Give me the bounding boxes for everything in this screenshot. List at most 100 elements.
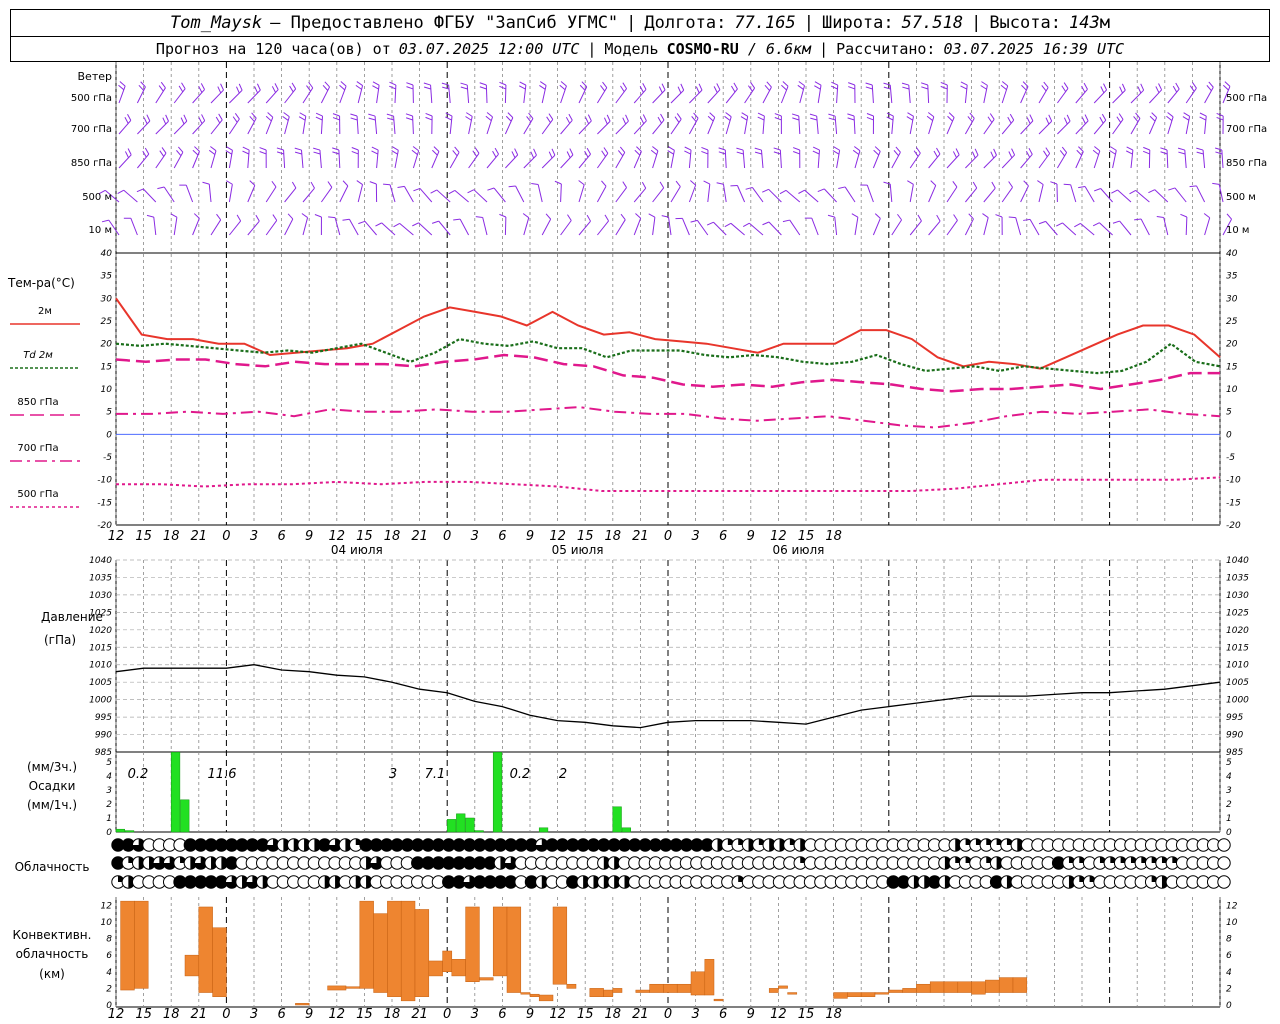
wind-barb-feather: [980, 85, 987, 90]
wind-barb-shaft: [597, 120, 611, 135]
wind-barb: [980, 81, 988, 104]
wind-barb-feather: [798, 189, 805, 194]
wind-barb-feather: [936, 214, 941, 222]
wind-barb: [707, 83, 721, 104]
conv-cloud-bar: [649, 983, 664, 993]
wind-barb-shaft: [389, 184, 396, 203]
wind-barb-shaft: [633, 187, 647, 203]
wind-barb-feather: [902, 86, 910, 90]
wind-barb-shaft: [596, 153, 609, 169]
wind-barb-feather: [460, 82, 468, 86]
wind-barb-feather: [531, 182, 539, 185]
wind-barb: [744, 82, 756, 104]
pressure-tick-right: 995: [1226, 713, 1243, 723]
temp-legend-label: 500 гПа: [17, 489, 58, 500]
wind-barb: [1038, 147, 1051, 169]
wind-barb-shaft: [247, 117, 257, 135]
wind-barb-feather: [779, 189, 787, 195]
wind-barb-feather: [754, 147, 762, 151]
wind-barb-shaft: [210, 219, 222, 236]
wind-barb-feather: [425, 116, 433, 121]
wind-barb: [633, 213, 642, 236]
hour-tick-label: 0: [443, 529, 451, 544]
wind-barb-shaft: [265, 186, 277, 203]
wind-barb-feather: [218, 113, 223, 121]
date-label: 04 июля: [331, 543, 383, 557]
wind-barb-shaft: [504, 117, 514, 135]
wind-barb-feather: [546, 116, 551, 123]
wind-barb-feather: [232, 116, 238, 123]
wind-barb-shaft: [192, 218, 200, 236]
wind-barb: [1078, 185, 1095, 203]
wind-barb-feather: [551, 148, 556, 156]
wind-barb-feather: [982, 213, 989, 218]
wind-barb: [173, 82, 186, 104]
wind-barb-shaft: [431, 151, 440, 169]
wind-barb-feather: [146, 114, 151, 122]
wind-barb-shaft: [449, 152, 460, 169]
wind-barb-feather: [389, 81, 397, 86]
wind-barbs: [98, 81, 1233, 236]
wind-barb-shaft: [834, 116, 838, 135]
wind-barb-feather: [460, 86, 468, 90]
wind-barb-feather: [518, 85, 526, 90]
wind-barb-feather: [226, 180, 233, 185]
wind-barb: [1126, 146, 1134, 169]
wind-barb: [1149, 83, 1163, 104]
wind-barb-shaft: [302, 87, 314, 104]
wind-barb-feather: [358, 220, 366, 225]
wind-barb-feather: [587, 114, 592, 122]
wind-barb: [460, 82, 470, 104]
wind-barb-feather: [1118, 113, 1124, 120]
wind-barb: [928, 180, 937, 203]
wind-barb-shaft: [454, 190, 469, 203]
conv-cloud-bar: [212, 927, 227, 997]
wind-barb: [284, 213, 294, 236]
wind-barb-feather: [324, 81, 330, 88]
wind-barb: [909, 214, 922, 236]
wind-barb-feather: [1137, 86, 1142, 94]
wind-barb: [123, 217, 138, 236]
precip-tick-right: 4: [1226, 772, 1232, 782]
wind-barb-shaft: [1045, 221, 1058, 236]
wind-barb-shaft: [339, 185, 349, 203]
wind-barb-feather: [405, 113, 413, 117]
conv-tick-right: 12: [1226, 901, 1238, 911]
precip-bar: [492, 751, 503, 833]
wind-barb-shaft: [486, 153, 499, 169]
wind-barb-feather: [291, 181, 297, 189]
wind-barb-shaft: [946, 220, 958, 236]
wind-barb: [541, 148, 556, 169]
wind-barb-feather: [620, 85, 625, 93]
hour-tick-label-bottom: 18: [605, 1007, 622, 1022]
wind-barb-feather: [1160, 147, 1168, 151]
temp-title: Тем-ра(°C): [7, 276, 75, 290]
temp-tick-right: 25: [1226, 317, 1238, 327]
wind-barb-feather: [1063, 82, 1069, 89]
hour-tick-label-bottom: 18: [163, 1007, 180, 1022]
wind-barb-feather: [641, 181, 647, 189]
wind-barb-feather: [865, 82, 873, 86]
wind-barb: [848, 82, 856, 104]
wind-barb: [852, 146, 861, 169]
wind-barb-feather: [274, 83, 279, 90]
wind-barb: [851, 213, 859, 236]
wind-barb-feather: [874, 146, 881, 152]
wind-barb-feather: [158, 85, 164, 92]
wind-barb-shaft: [1202, 150, 1206, 169]
wind-barb: [541, 213, 552, 236]
wind-barb-feather: [276, 147, 284, 151]
wind-barb: [926, 112, 935, 135]
wind-barb-feather: [847, 117, 855, 121]
wind-barb-shaft: [468, 153, 480, 169]
wind-barb: [1000, 81, 1009, 104]
pressure-tick-right: 1040: [1226, 556, 1249, 566]
wind-level-label-right: 850 гПа: [1226, 158, 1267, 169]
wind-barb-feather: [733, 82, 738, 90]
wind-barb: [872, 146, 881, 169]
wind-barb-feather: [886, 116, 894, 121]
temp-tick-left: 35: [101, 272, 113, 282]
hour-tick-label-bottom: 12: [549, 1007, 566, 1022]
hour-tick-label: 3: [471, 529, 479, 544]
wind-barb-feather: [1177, 147, 1185, 151]
